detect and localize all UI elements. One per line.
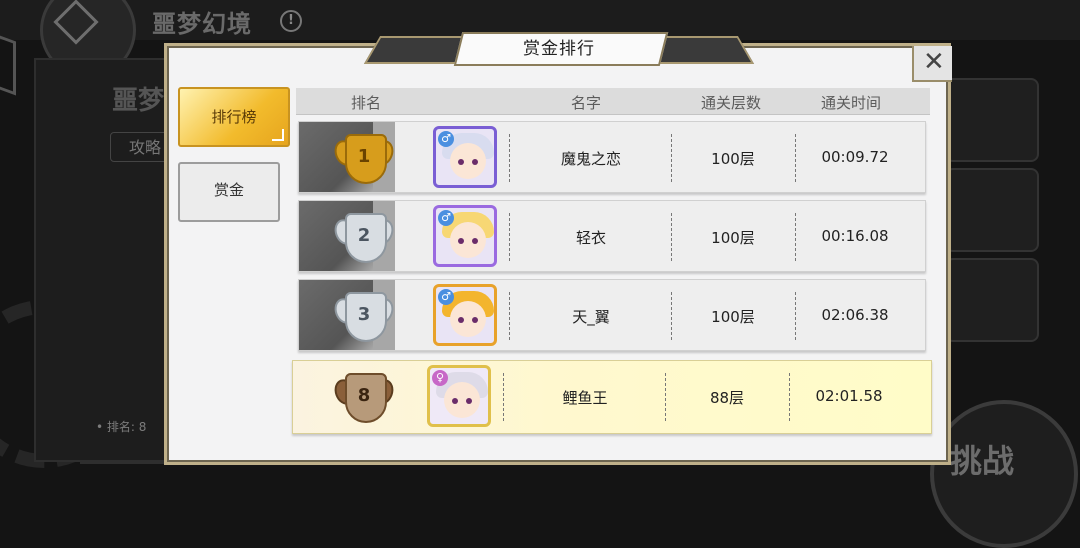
avatar-face — [450, 143, 486, 179]
column-name: 名字 — [570, 94, 601, 112]
corner-mark-icon — [272, 129, 284, 141]
avatar-eye — [458, 159, 464, 165]
avatar-eye — [472, 238, 478, 244]
challenge-button-label: 挑战 — [950, 442, 1015, 480]
info-icon[interactable]: ! — [280, 10, 302, 32]
avatar-face — [450, 222, 486, 258]
column-divider — [671, 213, 672, 261]
rank-number: 3 — [357, 304, 371, 325]
clear-time: 00:16.08 — [821, 227, 889, 245]
player-avatar[interactable]: ♀ — [427, 365, 491, 427]
player-avatar[interactable]: ♂ — [433, 126, 497, 188]
column-divider — [795, 134, 796, 182]
column-divider — [671, 134, 672, 182]
reward-slot[interactable] — [945, 168, 1039, 252]
tab-bounty-label: 赏金 — [213, 181, 244, 199]
reward-slot[interactable] — [945, 78, 1039, 162]
dialog-title: 赏金排行 — [523, 39, 595, 59]
player-name: 鲤鱼王 — [562, 389, 608, 407]
player-name: 天_翼 — [572, 308, 610, 326]
cleared-floor: 100层 — [711, 229, 755, 247]
table-row[interactable]: 2 ♂ 轻衣 100层 00:16.08 — [298, 200, 926, 272]
rank-medal-icon: 2 — [331, 207, 397, 267]
tab-leaderboard[interactable]: 排行榜 — [178, 87, 290, 147]
cleared-floor: 100层 — [711, 150, 755, 168]
reward-slot[interactable] — [945, 258, 1039, 342]
avatar-face — [450, 301, 486, 337]
avatar-eye — [452, 398, 458, 404]
tab-bounty[interactable]: 赏金 — [178, 162, 280, 222]
avatar-eye — [458, 238, 464, 244]
player-avatar[interactable]: ♂ — [433, 205, 497, 267]
player-avatar[interactable]: ♂ — [433, 284, 497, 346]
male-icon: ♂ — [438, 289, 454, 305]
column-divider — [795, 213, 796, 261]
table-row[interactable]: 3 ♂ 天_翼 100层 02:06.38 — [298, 279, 926, 351]
table-row-self[interactable]: 8 ♀ 鲤鱼王 88层 02:01.58 — [292, 360, 932, 434]
column-divider — [509, 134, 510, 182]
male-icon: ♂ — [438, 210, 454, 226]
tab-leaderboard-label: 排行榜 — [211, 108, 257, 126]
male-icon: ♂ — [438, 131, 454, 147]
my-rank-label: • 排名: 8 — [96, 420, 147, 434]
column-divider — [509, 213, 510, 261]
rank-medal-icon: 8 — [331, 367, 397, 427]
cleared-floor: 88层 — [709, 389, 745, 407]
rank-number: 1 — [357, 146, 371, 167]
player-name: 轻衣 — [575, 229, 606, 247]
rank-medal-icon: 1 — [331, 128, 397, 188]
back-arrow-icon[interactable] — [0, 30, 16, 96]
column-divider — [665, 373, 666, 421]
column-divider — [795, 292, 796, 340]
player-name: 魔鬼之恋 — [560, 150, 621, 168]
female-icon: ♀ — [432, 370, 448, 386]
avatar-eye — [466, 398, 472, 404]
cleared-floor: 100层 — [711, 308, 755, 326]
avatar-face — [444, 382, 480, 418]
avatar-eye — [458, 317, 464, 323]
column-time: 通关时间 — [820, 94, 881, 112]
avatar-eye — [472, 159, 478, 165]
column-rank: 排名 — [350, 94, 381, 112]
column-divider — [503, 373, 504, 421]
clear-time: 02:01.58 — [815, 387, 883, 405]
table-row[interactable]: 1 ♂ 魔鬼之恋 100层 00:09.72 — [298, 121, 926, 193]
ranking-table: 排名 名字 通关层数 通关时间 1 ♂ 魔鬼之恋 100层 00:09.72 2 ♂ 轻衣 10… — [292, 88, 936, 434]
rank-number: 2 — [357, 225, 371, 246]
table-header: 排名 名字 通关层数 通关时间 — [296, 88, 930, 115]
column-divider — [671, 292, 672, 340]
screen-title: 噩梦幻境 — [152, 9, 252, 38]
close-icon[interactable]: ✕ — [923, 48, 945, 76]
dungeon-panel-title: 噩梦 — [112, 86, 165, 116]
rank-number: 8 — [357, 385, 371, 406]
column-floor: 通关层数 — [700, 94, 761, 112]
avatar-eye — [472, 317, 478, 323]
column-divider — [509, 292, 510, 340]
rank-medal-icon: 3 — [331, 286, 397, 346]
clear-time: 02:06.38 — [821, 306, 889, 324]
column-divider — [789, 373, 790, 421]
clear-time: 00:09.72 — [821, 148, 889, 166]
